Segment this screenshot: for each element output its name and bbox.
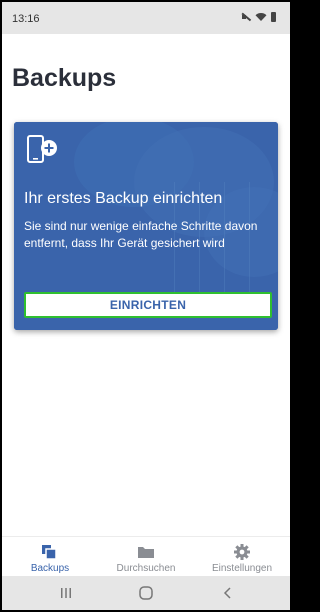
back-icon[interactable] <box>220 586 236 600</box>
home-icon[interactable] <box>138 586 154 600</box>
card-description: Sie sind nur wenige einfache Schritte da… <box>24 219 258 250</box>
wifi-icon <box>255 13 267 21</box>
system-navigation-bar <box>2 576 290 610</box>
folder-icon <box>138 547 154 558</box>
nav-label-einstellungen: Einstellungen <box>211 563 273 574</box>
setup-button[interactable]: EINRICHTEN <box>24 292 272 318</box>
nav-item-backups[interactable]: Backups <box>2 537 98 577</box>
status-time: 13:16 <box>12 13 40 25</box>
recent-apps-icon[interactable] <box>58 586 74 600</box>
phone-screen: 13:16 Backups Ihr erstes Backup einricht… <box>2 2 290 610</box>
status-bar: 13:16 <box>2 2 290 34</box>
nav-label-backups: Backups <box>30 563 70 574</box>
nav-item-einstellungen[interactable]: Einstellungen <box>194 537 290 577</box>
gear-icon <box>234 544 250 560</box>
battery-icon <box>271 12 276 22</box>
bottom-navigation: Backups Durchsuchen Einstellungen <box>2 536 290 577</box>
card-title: Ihr erstes Backup einrichten <box>24 190 223 207</box>
page-title: Backups <box>12 64 117 92</box>
setup-backup-card: Ihr erstes Backup einrichten Sie sind nu… <box>14 122 278 330</box>
nav-label-durchsuchen: Durchsuchen <box>116 563 176 574</box>
status-icons <box>241 12 276 22</box>
phone-add-icon <box>27 135 57 163</box>
nav-item-durchsuchen[interactable]: Durchsuchen <box>98 537 194 577</box>
mute-icon <box>241 12 251 22</box>
backups-icon <box>42 545 57 560</box>
